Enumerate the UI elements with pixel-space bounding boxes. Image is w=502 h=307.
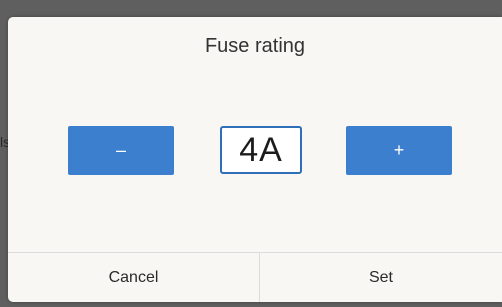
set-button[interactable]: Set	[260, 253, 502, 302]
cancel-button[interactable]: Cancel	[8, 253, 259, 302]
decrement-button[interactable]: –	[68, 126, 174, 175]
dialog-title: Fuse rating	[204, 35, 306, 57]
increment-button[interactable]: +	[346, 126, 452, 175]
fuse-rating-value: 4A	[220, 126, 302, 174]
dialog-footer: Cancel Set	[8, 252, 502, 302]
fuse-rating-dialog: Fuse rating – 4A + Cancel Set	[8, 17, 502, 302]
